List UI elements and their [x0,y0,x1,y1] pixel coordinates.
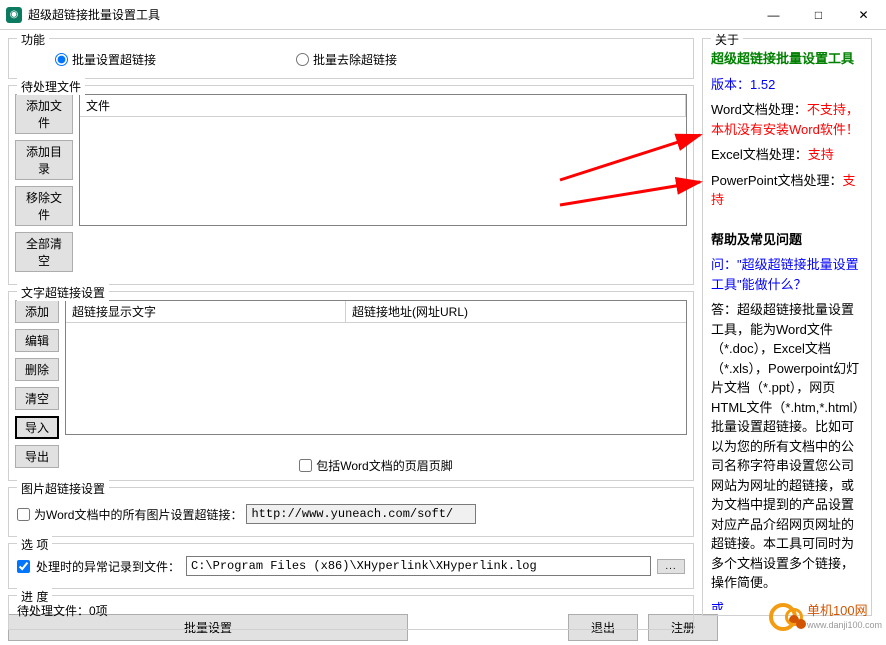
clear-link-button[interactable]: 清空 [15,387,59,410]
image-link-label: 为Word文档中的所有图片设置超链接： [34,506,242,523]
faq-answer: 答：超级超链接批量设置工具，能为Word文件（*.doc），Excel文档（*.… [711,300,863,593]
about-app-name: 超级超链接批量设置工具 [711,49,863,69]
textlink-group-title: 文字超链接设置 [17,284,109,301]
delete-link-button[interactable]: 删除 [15,358,59,381]
link-list[interactable]: 超链接显示文字 超链接地址(网址URL) [65,300,687,435]
log-label: 处理时的异常记录到文件： [36,558,180,575]
image-link-url-input[interactable] [246,504,476,524]
file-column-header[interactable]: 文件 [80,95,686,117]
clear-all-button[interactable]: 全部清空 [15,232,73,272]
minimize-button[interactable]: — [751,0,796,29]
radio-batch-set[interactable]: 批量设置超链接 [55,51,156,68]
add-dir-button[interactable]: 添加目录 [15,140,73,180]
log-path-input[interactable] [186,556,651,576]
about-group-title: 关于 [711,31,743,48]
remove-file-button[interactable]: 移除文件 [15,186,73,226]
file-list[interactable]: 文件 [79,94,687,226]
log-checkbox[interactable] [17,560,30,573]
progress-label: 待处理文件：0项 [17,602,685,619]
radio-batch-set-input[interactable] [55,53,68,66]
window-title: 超级超链接批量设置工具 [28,6,751,23]
radio-batch-remove[interactable]: 批量去除超链接 [296,51,397,68]
link-url-column[interactable]: 超链接地址(网址URL) [346,301,686,322]
imagelink-group-title: 图片超链接设置 [17,480,109,497]
options-group-title: 选 项 [17,536,52,553]
about-version-value: 1.52 [750,77,775,92]
help-heading: 帮助及常见问题 [711,230,863,250]
progress-group-title: 进 度 [17,588,52,605]
link-text-column[interactable]: 超链接显示文字 [66,301,346,322]
about-version-label: 版本： [711,77,750,92]
edit-link-button[interactable]: 编辑 [15,329,59,352]
watermark-logo: 单机100网www.danji100.com [769,603,882,631]
close-button[interactable]: ✕ [841,0,886,29]
more-link[interactable]: 或... [711,601,735,611]
add-file-button[interactable]: 添加文件 [15,94,73,134]
include-header-label: 包括Word文档的页眉页脚 [316,457,452,474]
add-link-button[interactable]: 添加 [15,300,59,323]
app-icon: ◉ [6,7,22,23]
about-word-label: Word文档处理： [711,102,807,117]
function-group-title: 功能 [17,31,49,48]
about-ppt-label: PowerPoint文档处理： [711,173,842,188]
include-header-checkbox[interactable] [299,459,312,472]
image-link-checkbox[interactable] [17,508,30,521]
browse-log-button[interactable]: ... [657,559,685,574]
radio-batch-remove-input[interactable] [296,53,309,66]
export-link-button[interactable]: 导出 [15,445,59,468]
faq-question-link[interactable]: 问："超级超链接批量设置工具"能做什么？ [711,257,859,292]
import-link-button[interactable]: 导入 [15,416,59,439]
about-excel-status: 支持 [808,147,834,162]
pending-group-title: 待处理文件 [17,78,85,95]
about-excel-label: Excel文档处理： [711,147,808,162]
maximize-button[interactable]: □ [796,0,841,29]
